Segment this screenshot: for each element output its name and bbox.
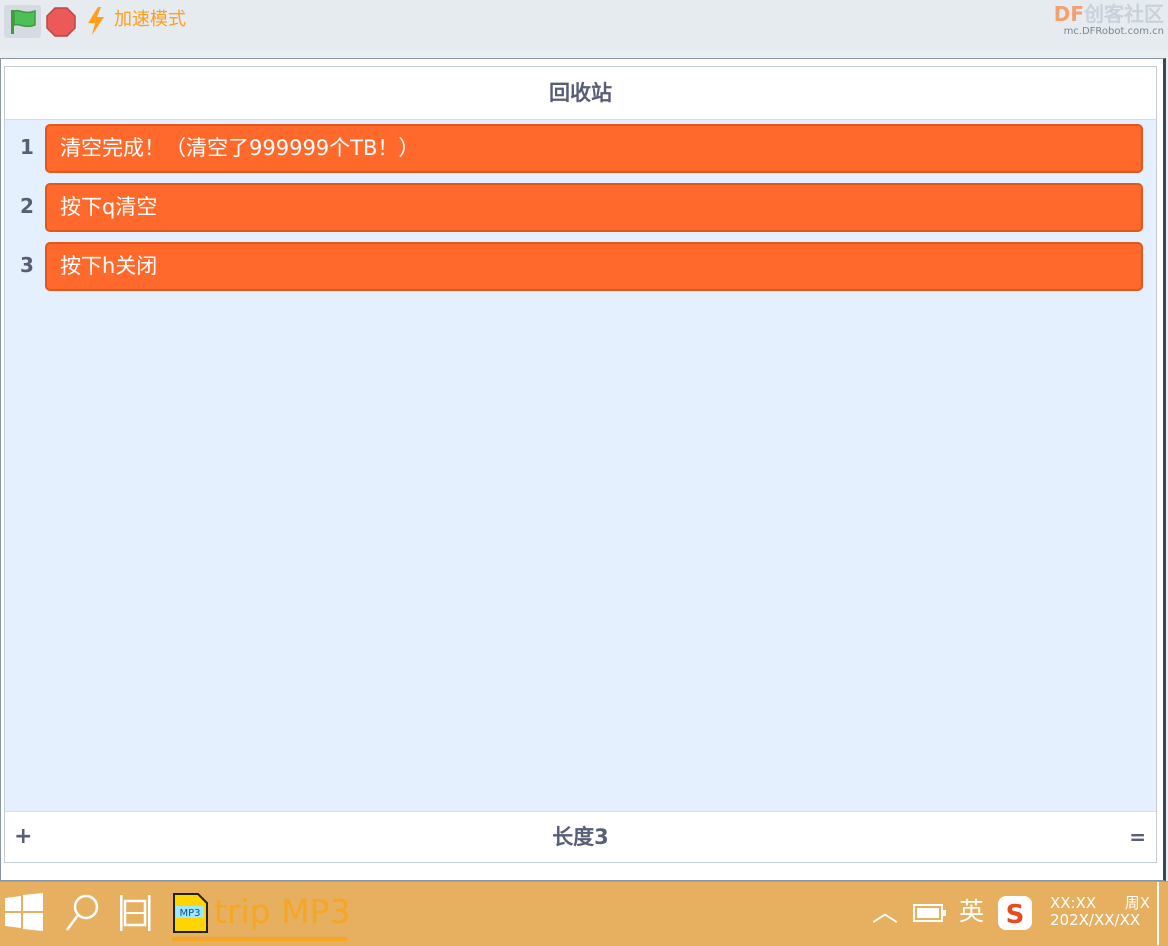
green-flag-icon [11,9,36,34]
list-item-value[interactable]: 按下h关闭 [45,242,1143,291]
list-item-index: 2 [20,194,34,218]
system-clock[interactable]: XX:XX 周X 202X/XX/XX [1050,895,1150,929]
clock-time: XX:XX [1050,894,1097,912]
lightning-icon [88,7,104,35]
watermark-brand: DF创客社区 [1053,2,1164,26]
mp3-file-icon[interactable]: MP3 [172,892,210,934]
ime-indicator[interactable]: 英 [959,897,984,927]
list-body: 1 清空完成！（清空了999999个TB！） 2 按下q清空 3 按下h关闭 [5,120,1156,813]
stage-toolbar: 加速模式 DF创客社区 mc.DFRobot.com.cn [0,0,1168,50]
windows-start-icon[interactable] [5,893,43,931]
list-footer: + 长度3 = [5,811,1156,862]
list-monitor[interactable]: 回收站 1 清空完成！（清空了999999个TB！） 2 按下q清空 3 按下h… [4,66,1157,863]
resize-handle[interactable]: = [1129,812,1146,862]
battery-icon[interactable] [913,904,947,922]
list-length: 长度3 [552,825,609,849]
search-icon[interactable] [64,893,102,933]
stop-icon[interactable] [46,7,76,37]
list-title: 回收站 [5,67,1156,120]
taskbar-app-label[interactable]: trip MP3 [214,892,350,932]
list-item-index: 1 [20,135,34,159]
taskbar: MP3 trip MP3 ︿ 英 S XX:XX 周X 202X/XX/XX [0,881,1168,946]
sogou-input-icon[interactable]: S [997,895,1033,931]
turbo-mode-label: 加速模式 [114,9,186,30]
svg-text:MP3: MP3 [179,908,200,919]
list-item: 3 按下h关闭 [5,238,1156,293]
active-app-indicator [172,937,347,941]
show-desktop-button[interactable] [1157,882,1159,945]
list-item-value[interactable]: 清空完成！（清空了999999个TB！） [45,124,1143,173]
svg-text:S: S [1006,900,1025,930]
list-item: 2 按下q清空 [5,179,1156,234]
list-item-value[interactable]: 按下q清空 [45,183,1143,232]
list-item: 1 清空完成！（清空了999999个TB！） [5,120,1156,175]
green-flag-button[interactable] [4,5,41,38]
list-item-index: 3 [20,253,34,277]
watermark: DF创客社区 mc.DFRobot.com.cn [1044,2,1164,46]
clock-date: 202X/XX/XX [1050,911,1141,929]
chevron-up-icon[interactable]: ︿ [872,900,898,926]
clock-weekday: 周X [1124,894,1150,912]
task-view-icon[interactable] [118,893,156,933]
watermark-url: mc.DFRobot.com.cn [1063,26,1164,37]
